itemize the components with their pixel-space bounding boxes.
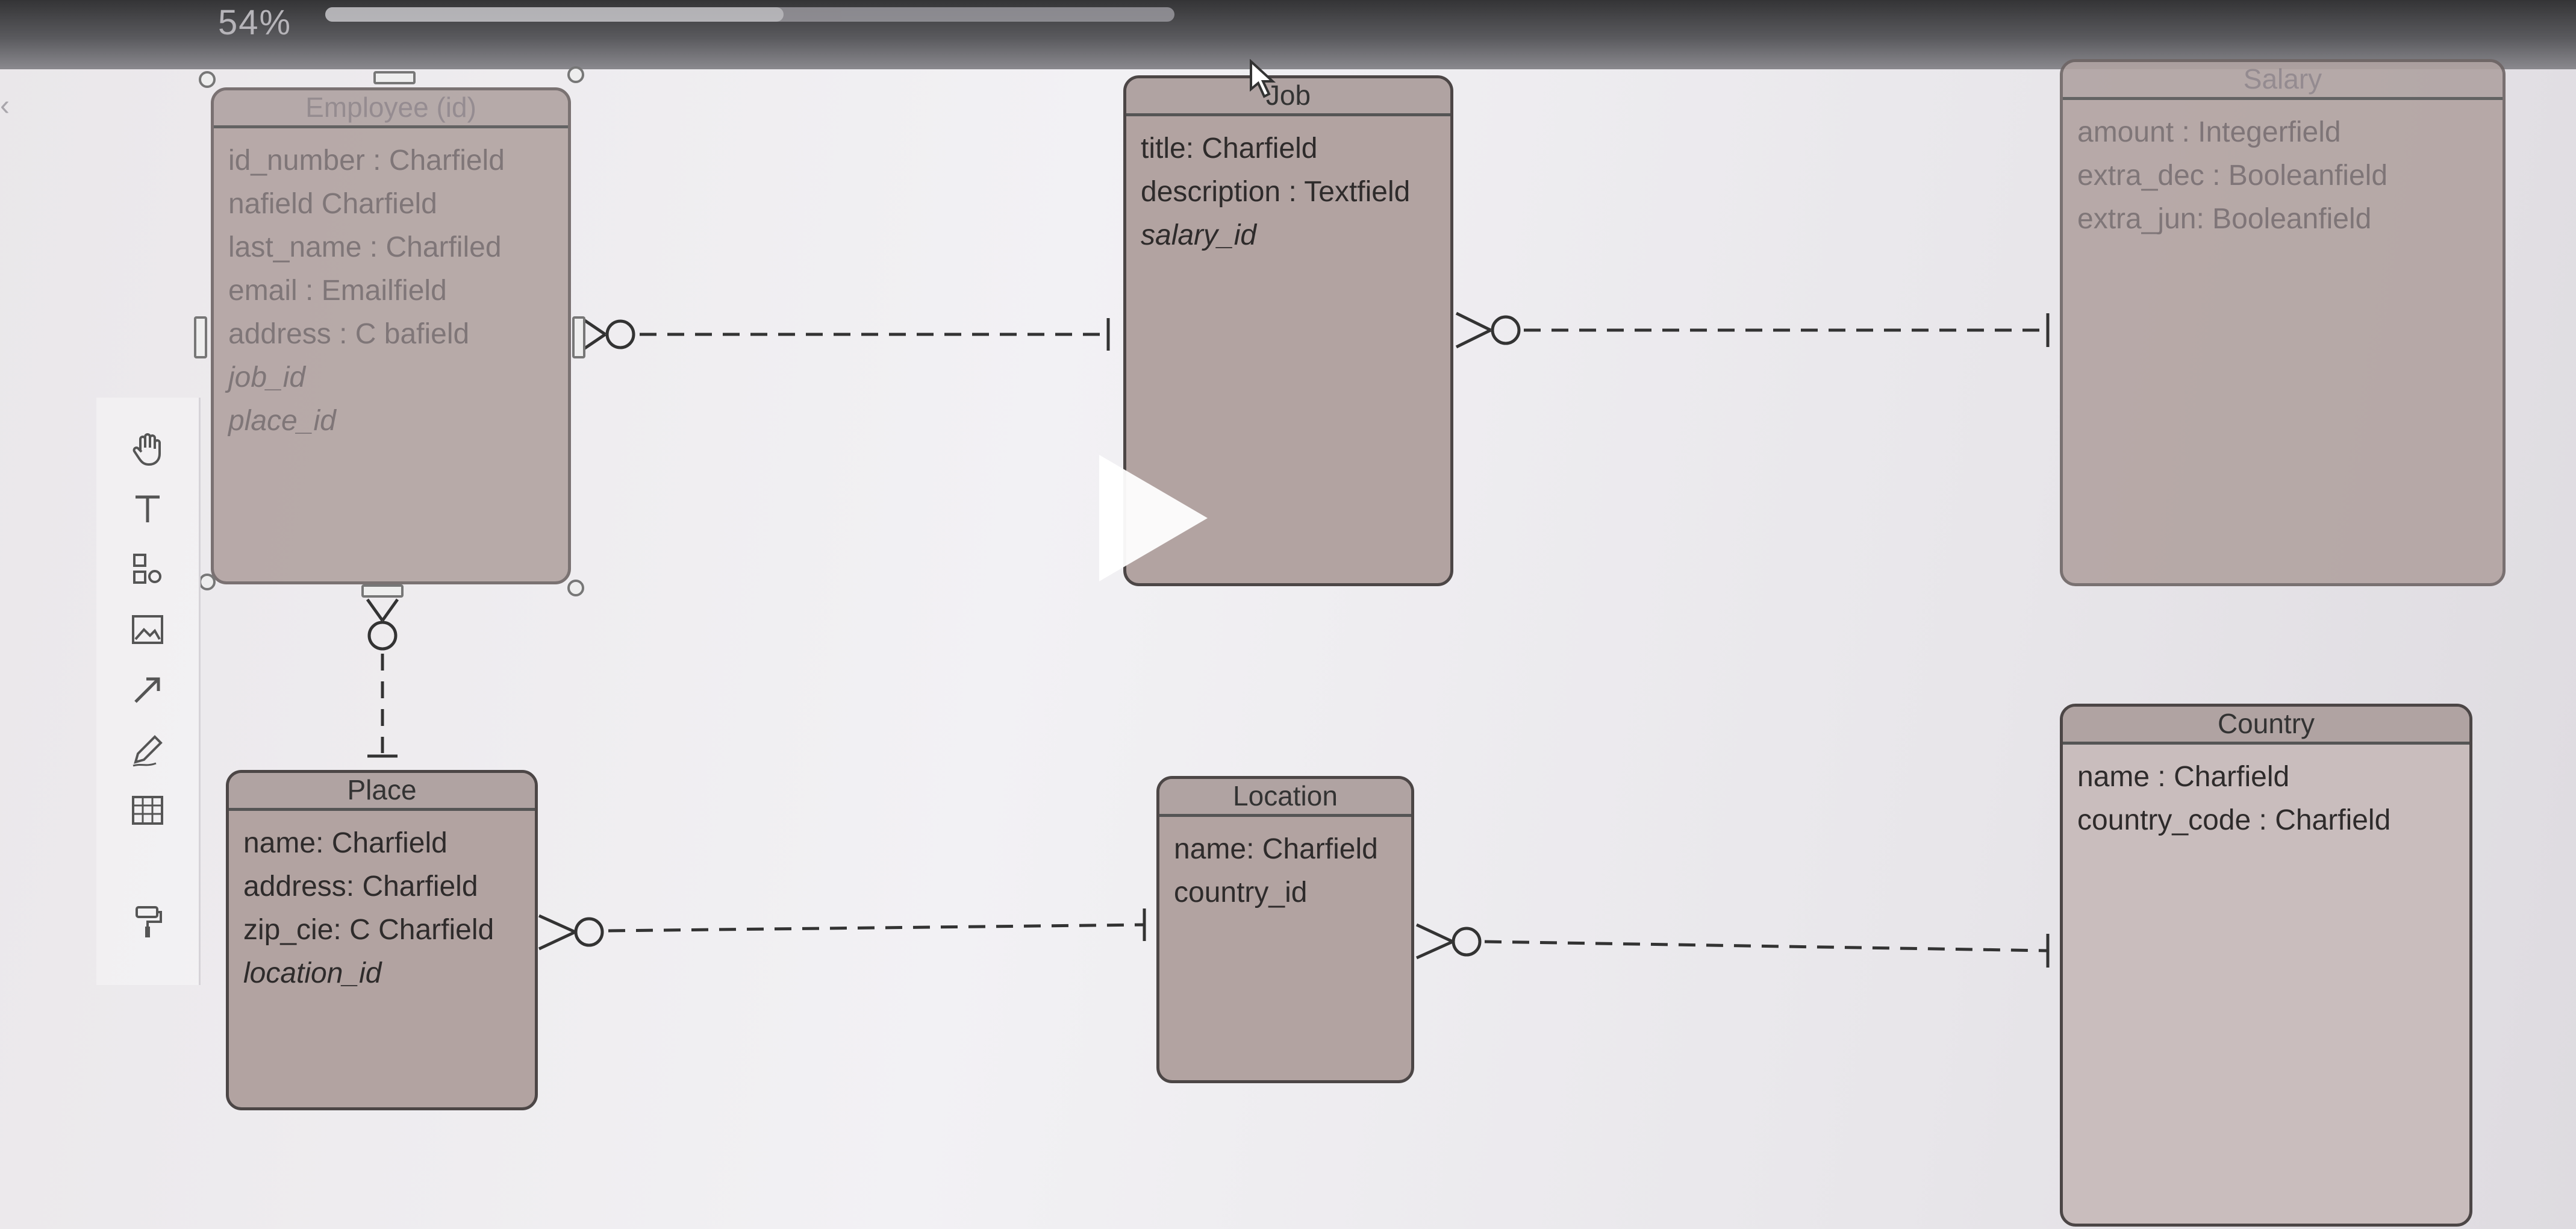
resize-handle[interactable] (572, 316, 585, 358)
arrow-icon (134, 677, 160, 703)
field: extra_jun: Booleanfield (2077, 203, 2372, 235)
cursor-icon (1250, 59, 1276, 98)
field: extra_dec : Booleanfield (2077, 160, 2388, 192)
tool-table[interactable] (123, 786, 172, 834)
shapes-icon (133, 554, 161, 584)
entity-salary[interactable]: Salary amount : Integerfield extra_dec :… (2060, 59, 2506, 586)
table-icon (132, 796, 163, 825)
field: zip_cie: C Charfield (243, 914, 494, 946)
field: country_code : Charfield (2077, 804, 2391, 836)
field: address: Charfield (243, 871, 478, 902)
entity-fields: name : Charfield country_code : Charfiel… (2063, 745, 2469, 842)
pen-icon (133, 735, 163, 767)
tool-format-painter[interactable] (123, 898, 172, 946)
tool-pen[interactable] (123, 726, 172, 774)
resize-handle[interactable] (199, 574, 216, 590)
entity-fields: name: Charfield country_id (1159, 817, 1411, 915)
rel-location-country-line (1484, 940, 2048, 952)
field: id_number : Charfield (228, 145, 505, 177)
field: name: Charfield (243, 827, 448, 859)
hand-icon (133, 433, 161, 466)
entity-employee[interactable]: Employee (id) id_number : Charfield nafi… (211, 87, 571, 584)
resize-handle[interactable] (361, 584, 404, 598)
entity-fields: id_number : Charfield nafield Charfield … (214, 128, 568, 443)
entity-title: Country (2063, 707, 2469, 745)
field: amount : Integerfield (2077, 116, 2341, 148)
resize-handle[interactable] (199, 71, 216, 88)
rel-location-country-zero-icon (1452, 927, 1482, 957)
entity-place[interactable]: Place name: Charfield address: Charfield… (226, 770, 538, 1110)
diagram-canvas[interactable]: 54% ‹ Employee (id) id_number: Charfiel… (0, 0, 2576, 1229)
image-icon (132, 615, 163, 644)
entity-fields: name: Charfield address: Charfield zip_c… (229, 811, 535, 995)
entity-title: Employee (id) (214, 90, 568, 128)
field: description : Textfield (1141, 176, 1411, 208)
foreign-key-field: location_id (243, 957, 382, 989)
foreign-key-field: job_id (228, 361, 306, 393)
tool-arrow[interactable] (123, 666, 172, 714)
entity-fields: amount : Integerfield extra_dec : Boolea… (2063, 100, 2503, 241)
field: last_name : Charfiled (228, 231, 502, 263)
entity-title: Job (1126, 78, 1450, 116)
rel-employee-job-crowfoot-icon (582, 317, 607, 336)
tool-palette (96, 398, 201, 985)
rel-job-salary-zero-icon (1491, 315, 1521, 345)
entity-fields: title: Charfield description : Textfield… (1126, 116, 1450, 257)
tool-hand[interactable] (123, 425, 172, 473)
rel-employee-place-zero-icon (367, 621, 398, 651)
resize-handle[interactable] (567, 580, 584, 596)
field: country_id (1174, 877, 1308, 908)
resize-handle[interactable] (567, 66, 584, 83)
foreign-key-field: salary_id (1141, 219, 1257, 251)
entity-country[interactable]: Country name : Charfield country_code : … (2060, 704, 2472, 1227)
foreign-key-field: place_id (228, 405, 336, 437)
resize-handle[interactable] (373, 71, 416, 84)
format-painter-icon (136, 906, 162, 937)
rel-place-location-zero-icon (574, 917, 604, 947)
field: nafield Charfield (228, 188, 437, 220)
field: name : Charfield (2077, 761, 2290, 793)
resize-handle[interactable] (194, 316, 207, 358)
rel-place-location-line (608, 923, 1145, 933)
field: name: Charfield (1174, 833, 1378, 865)
entity-title: Location (1159, 779, 1411, 817)
field: email : Emailfield (228, 275, 447, 307)
text-tool-icon (136, 495, 160, 522)
tool-text[interactable] (123, 485, 172, 533)
entity-title: Place (229, 773, 535, 811)
tool-image[interactable] (123, 605, 172, 654)
tool-shapes[interactable] (123, 545, 172, 593)
entity-title: Salary (2063, 62, 2503, 100)
field: title: Charfield (1141, 133, 1318, 164)
entity-location[interactable]: Location name: Charfield country_id (1156, 776, 1414, 1083)
play-icon[interactable] (1093, 449, 1214, 587)
rel-employee-job-zero-icon (605, 319, 635, 349)
field: address : C bafield (228, 318, 470, 350)
